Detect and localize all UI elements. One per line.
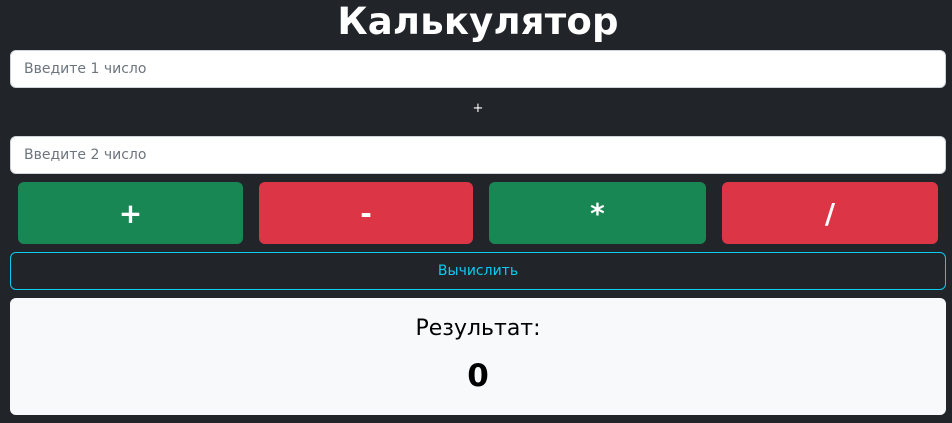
first-number-input[interactable] [10, 50, 946, 88]
divide-button[interactable]: / [722, 182, 938, 244]
selected-operator: + [472, 101, 484, 116]
result-label: Результат: [415, 316, 541, 341]
second-number-input[interactable] [10, 136, 946, 174]
minus-button[interactable]: - [259, 182, 473, 244]
result-value: 0 [467, 358, 489, 394]
plus-button[interactable]: + [18, 182, 243, 244]
multiply-button[interactable]: * [489, 182, 706, 244]
page-title: Калькулятор [337, 0, 619, 43]
calculate-button[interactable]: Вычислить [10, 252, 946, 290]
result-card: Результат: 0 [10, 298, 946, 415]
calculator-page: Калькулятор + + - * / Вычислить Результа… [0, 0, 952, 423]
